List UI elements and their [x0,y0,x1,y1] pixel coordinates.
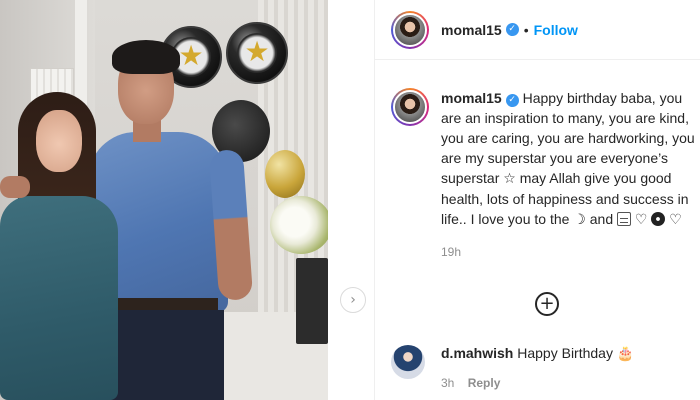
heart-emoji-icon: ♡ [669,212,682,228]
reply-button[interactable]: Reply [468,376,501,390]
comment-text: Happy Birthday [517,345,613,361]
post-details-pane: momal15 ✓ • Follow momal15 ✓ Happy birthd… [375,0,700,400]
comment-timestamp[interactable]: 3h [441,376,454,390]
caption-username[interactable]: momal15 [441,90,502,106]
header-username[interactable]: momal15 [441,22,502,38]
next-photo-arrow-icon[interactable]: › [340,287,366,313]
flower-bouquet [270,196,328,254]
caption-timestamp[interactable]: 19h [441,242,696,262]
comment-meta: 3h Reply [441,376,634,390]
comment-body: d.mahwish Happy Birthday 🎂 3h Reply [441,345,634,390]
star-emoji-icon: ☆ [503,171,516,187]
cake-icon: 🎂 [616,346,635,362]
hand-on-shoulder [0,176,30,198]
newspaper-emoji-icon [617,212,631,226]
star-icon: ★ [244,35,270,68]
caption-avatar[interactable] [391,88,429,126]
commenter-avatar[interactable] [391,345,425,379]
load-more-comments-button[interactable]: + [535,292,559,316]
record-emoji-icon [651,212,666,226]
post-header: momal15 ✓ • Follow [375,0,700,60]
post-caption: momal15 ✓ Happy birthday baba, you are an… [391,88,696,262]
caption-body: momal15 ✓ Happy birthday baba, you are an… [441,88,696,262]
film-reel-balloon-right: ★ [226,22,288,84]
caption-and: and [589,211,614,227]
man-hair [112,40,180,74]
comment-item: d.mahwish Happy Birthday 🎂 3h Reply [391,345,696,390]
verified-badge-icon: ✓ [505,94,519,107]
avatar[interactable] [391,10,429,49]
verified-badge-icon: ✓ [505,23,519,36]
post-photo[interactable]: ★ ★ [0,0,328,400]
woman-face [36,110,82,172]
man-pants [108,310,224,400]
commenter-username[interactable]: d.mahwish [441,345,513,361]
gift-bag [296,258,328,344]
heart-emoji-icon: ♡ [634,212,648,228]
separator-dot: • [523,21,529,38]
follow-button[interactable]: Follow [534,22,578,38]
gold-balloon [265,150,305,198]
woman-figure [0,196,118,400]
moon-emoji-icon: ☽ [573,212,586,228]
